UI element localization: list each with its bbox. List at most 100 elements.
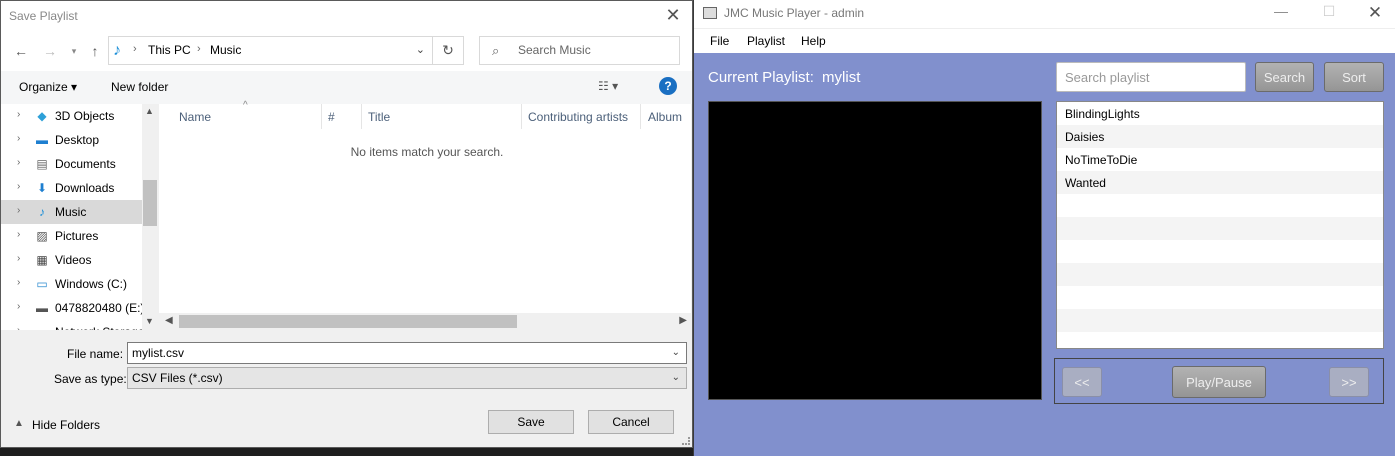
video-display — [708, 101, 1042, 400]
tree-scroll-thumb[interactable] — [143, 180, 157, 226]
playlist-search-box[interactable] — [1056, 62, 1246, 92]
empty-message: No items match your search. — [350, 145, 504, 159]
menu-playlist[interactable]: Playlist — [747, 34, 785, 48]
close-icon[interactable]: ✕ — [1360, 3, 1390, 23]
horizontal-scroll-thumb[interactable] — [179, 315, 517, 328]
tree-item[interactable]: › ▦ Videos — [1, 248, 142, 272]
empty-list-row[interactable] — [1057, 263, 1383, 286]
view-options-icon[interactable]: ☷ ▾ — [598, 79, 618, 93]
playback-controls: << Play/Pause >> — [1054, 358, 1384, 404]
tree-item[interactable]: › ▬ Desktop — [1, 128, 142, 152]
scroll-left-icon[interactable]: ◀ — [165, 315, 173, 326]
resize-grip-icon[interactable] — [682, 437, 690, 445]
tree-item[interactable]: › ▭ Windows (C:) — [1, 272, 142, 296]
tree-item[interactable]: › ▤ Documents — [1, 152, 142, 176]
forward-arrow-icon[interactable]: → — [40, 41, 60, 61]
command-bar: Organize ▾ New folder ☷ ▾ ? — [1, 71, 692, 104]
file-name-label: File name: — [67, 347, 124, 361]
expand-chevron-icon[interactable]: › — [17, 301, 20, 312]
navigation-tree: › ▬ Network Storage › ▬ 0478820480 (E:) › ▭ Wind… — [1, 104, 158, 330]
dialog-titlebar: Save Playlist ✕ — [1, 1, 692, 31]
expand-chevron-icon[interactable]: › — [17, 253, 20, 264]
scroll-down-icon[interactable]: ▼ — [145, 316, 154, 326]
breadcrumb-this-pc[interactable]: This PC — [148, 43, 191, 57]
empty-list-row[interactable] — [1057, 194, 1383, 217]
search-button[interactable]: Search — [1255, 62, 1314, 92]
breadcrumb-music[interactable]: Music — [210, 43, 241, 57]
save-type-select[interactable]: CSV Files (*.csv) ⌄ — [127, 367, 687, 389]
empty-list-row[interactable] — [1057, 217, 1383, 240]
column-divider[interactable] — [640, 104, 641, 129]
new-folder-button[interactable]: New folder — [111, 80, 168, 94]
app-icon — [703, 7, 717, 19]
expand-chevron-icon[interactable]: › — [17, 325, 20, 330]
empty-list-row[interactable] — [1057, 309, 1383, 332]
column-name[interactable]: Name — [179, 110, 211, 124]
expand-chevron-icon[interactable]: › — [17, 133, 20, 144]
expand-chevron-icon[interactable]: › — [17, 229, 20, 240]
expand-chevron-icon[interactable]: › — [17, 181, 20, 192]
back-arrow-icon[interactable]: ← — [11, 41, 31, 61]
song-list-item[interactable]: Wanted — [1057, 171, 1383, 194]
scroll-up-icon[interactable]: ▲ — [145, 106, 154, 116]
chevron-down-icon[interactable]: ⌄ — [672, 347, 680, 358]
file-list-horizontal-scrollbar[interactable]: ◀ ▶ — [159, 313, 691, 330]
file-name-input[interactable] — [132, 346, 652, 360]
column-album[interactable]: Album — [648, 110, 682, 124]
expand-chevron-icon[interactable]: › — [17, 109, 20, 120]
column-divider[interactable] — [321, 104, 322, 129]
column-divider[interactable] — [361, 104, 362, 129]
column-contributing-artists[interactable]: Contributing artists — [528, 110, 628, 124]
previous-button[interactable]: << — [1062, 367, 1102, 397]
search-box[interactable]: ⌕ — [479, 36, 680, 65]
minimize-icon[interactable]: — — [1266, 3, 1296, 19]
organize-button[interactable]: Organize ▾ — [19, 80, 77, 94]
empty-list-row[interactable] — [1057, 286, 1383, 309]
tree-scrollbar[interactable]: ▲ ▼ — [142, 104, 158, 330]
address-bar[interactable]: ♪ › This PC › Music ⌄ ↻ — [108, 36, 464, 65]
breadcrumb-separator-icon: › — [133, 43, 137, 55]
column-track-number[interactable]: # — [328, 110, 335, 124]
song-list-item[interactable]: Daisies — [1057, 125, 1383, 148]
menu-help[interactable]: Help — [801, 34, 826, 48]
tree-item[interactable]: › ▬ 0478820480 (E:) — [1, 296, 144, 320]
expand-chevron-icon[interactable]: › — [17, 205, 20, 216]
tree-item[interactable]: › ⬇ Downloads — [1, 176, 142, 200]
recent-locations-chevron-icon[interactable]: ▾ — [64, 41, 84, 61]
play-pause-button[interactable]: Play/Pause — [1172, 366, 1266, 398]
help-icon[interactable]: ? — [659, 77, 677, 95]
tree-item[interactable]: › ♪ Music — [1, 200, 142, 224]
cancel-button[interactable]: Cancel — [588, 410, 674, 434]
empty-list-row[interactable] — [1057, 240, 1383, 263]
up-arrow-icon[interactable]: ↑ — [85, 41, 105, 61]
playlist-search-input[interactable] — [1065, 70, 1240, 85]
expand-chevron-icon[interactable]: › — [17, 157, 20, 168]
column-divider[interactable] — [521, 104, 522, 129]
tree-item-label: Pictures — [55, 229, 99, 243]
save-button[interactable]: Save — [488, 410, 574, 434]
tree-item[interactable]: › ▬ Network Storage — [1, 320, 144, 330]
address-dropdown-chevron-icon[interactable]: ⌄ — [416, 43, 425, 56]
search-input[interactable] — [518, 43, 668, 57]
hide-folders-label: Hide Folders — [32, 418, 101, 432]
maximize-icon[interactable]: ☐ — [1314, 3, 1344, 20]
chevron-down-icon[interactable]: ⌄ — [672, 372, 680, 383]
next-button[interactable]: >> — [1329, 367, 1369, 397]
tree-item[interactable]: › ▨ Pictures — [1, 224, 142, 248]
column-title[interactable]: Title — [368, 110, 390, 124]
sort-button[interactable]: Sort — [1324, 62, 1384, 92]
song-list-item[interactable]: BlindingLights — [1057, 102, 1383, 125]
menu-file[interactable]: File — [710, 34, 729, 48]
current-playlist-label: Current Playlist: — [708, 69, 814, 86]
current-playlist-heading: Current Playlist: mylist — [708, 69, 860, 86]
tree-item[interactable]: › ◆ 3D Objects — [1, 104, 142, 128]
empty-list-row[interactable] — [1057, 332, 1383, 348]
refresh-icon[interactable]: ↻ — [432, 37, 463, 64]
tree-item-label: Videos — [55, 253, 92, 267]
close-icon[interactable]: ✕ — [662, 5, 684, 27]
scroll-right-icon[interactable]: ▶ — [679, 315, 687, 326]
expand-chevron-icon[interactable]: › — [17, 277, 20, 288]
song-list-item[interactable]: NoTimeToDie — [1057, 148, 1383, 171]
file-name-field[interactable]: ⌄ — [127, 342, 687, 364]
dialog-title: Save Playlist — [9, 9, 78, 23]
